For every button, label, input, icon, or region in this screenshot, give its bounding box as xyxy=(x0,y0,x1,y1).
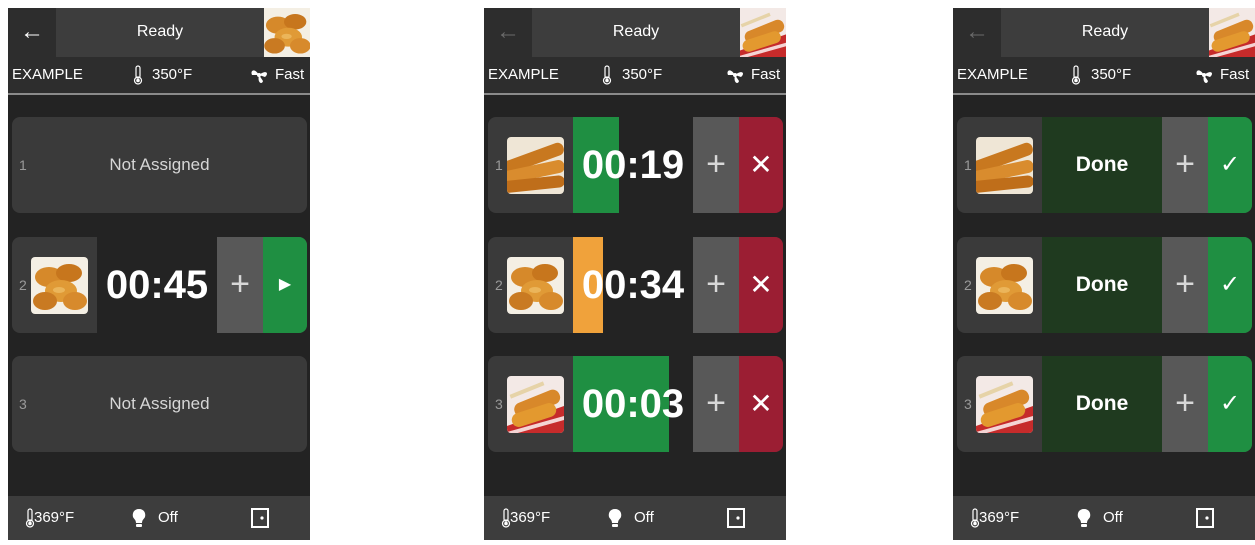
title-bar: Ready xyxy=(1001,8,1209,57)
thermometer-icon xyxy=(133,65,143,85)
close-icon[interactable]: ✕ xyxy=(739,117,783,213)
fan-icon xyxy=(251,70,267,83)
close-icon[interactable]: ✕ xyxy=(739,356,783,452)
add-time-button[interactable]: + xyxy=(693,237,739,333)
header-bar: ← Ready xyxy=(8,8,310,57)
food-thumbnail xyxy=(976,376,1033,433)
add-time-button[interactable]: + xyxy=(693,356,739,452)
slot-3[interactable]: 3 Done + ✓ xyxy=(957,356,1252,452)
countdown-timer: 00:03 xyxy=(581,382,685,426)
slot-done-label: Done xyxy=(1075,273,1129,296)
food-thumbnail xyxy=(507,137,564,194)
add-time-button[interactable]: + xyxy=(1162,237,1208,333)
slot-status-label: Not Assigned xyxy=(109,155,210,174)
status-title: Ready xyxy=(1081,23,1129,40)
door-icon[interactable] xyxy=(727,508,745,528)
set-temperature: 350°F xyxy=(152,66,193,83)
slot-2[interactable]: 2 Done + ✓ xyxy=(957,237,1252,333)
thermometer-icon xyxy=(1071,65,1081,85)
recipe-name: EXAMPLE xyxy=(957,66,1028,83)
light-bulb-icon[interactable] xyxy=(132,509,146,528)
slot-status-label: Not Assigned xyxy=(109,394,210,413)
footer-bar: 369°F Off xyxy=(484,496,786,540)
slot-number: 2 xyxy=(19,277,27,293)
fan-icon xyxy=(1196,70,1212,83)
door-icon[interactable] xyxy=(251,508,269,528)
recipe-info-bar: EXAMPLE 350°F Fast xyxy=(953,57,1255,95)
add-time-button[interactable]: + xyxy=(693,117,739,213)
slot-2[interactable]: 2 00:34 + ✕ xyxy=(488,237,783,333)
status-title: Ready xyxy=(136,23,184,40)
countdown-timer: 00:45 xyxy=(105,263,209,307)
title-bar: Ready xyxy=(532,8,740,57)
food-thumbnail xyxy=(976,137,1033,194)
recipe-thumbnail[interactable] xyxy=(1209,8,1255,57)
header-bar: ← Ready xyxy=(953,8,1255,57)
title-bar: Ready xyxy=(56,8,264,57)
light-bulb-icon[interactable] xyxy=(608,509,622,528)
set-temperature: 350°F xyxy=(1091,66,1132,83)
check-icon[interactable]: ✓ xyxy=(1208,356,1252,452)
cavity-temperature: 369°F xyxy=(510,509,551,526)
add-time-button[interactable]: + xyxy=(1162,356,1208,452)
header-bar: ← Ready xyxy=(484,8,786,57)
slot-done-label: Done xyxy=(1075,153,1129,176)
slot-number: 3 xyxy=(964,396,972,412)
oven-screen-1: ← Ready EXAMPLE 350°F Fast 1 Not Assigne… xyxy=(8,8,310,540)
slot-1[interactable]: 1 Done + ✓ xyxy=(957,117,1252,213)
close-icon[interactable]: ✕ xyxy=(739,237,783,333)
food-thumbnail xyxy=(976,257,1033,314)
play-icon[interactable]: ▶ xyxy=(263,237,307,333)
fan-speed: Fast xyxy=(751,66,781,83)
fan-speed: Fast xyxy=(1220,66,1250,83)
fan-icon xyxy=(727,70,743,83)
slot-number: 1 xyxy=(964,157,972,173)
slot-3[interactable]: 3 Not Assigned xyxy=(12,356,307,452)
recipe-name: EXAMPLE xyxy=(12,66,83,83)
slot-number: 3 xyxy=(495,396,503,412)
cavity-temperature: 369°F xyxy=(34,509,75,526)
slot-1[interactable]: 1 Not Assigned xyxy=(12,117,307,213)
light-status: Off xyxy=(1103,509,1123,526)
slot-number: 2 xyxy=(495,277,503,293)
oven-screen-3: ← Ready EXAMPLE 350°F Fast 1 Done + ✓ 2 … xyxy=(953,8,1255,540)
add-time-button[interactable]: + xyxy=(217,237,263,333)
set-temperature: 350°F xyxy=(622,66,663,83)
slot-number: 2 xyxy=(964,277,972,293)
status-title: Ready xyxy=(612,23,660,40)
arrow-left-icon[interactable]: ← xyxy=(484,8,532,57)
check-icon[interactable]: ✓ xyxy=(1208,237,1252,333)
arrow-left-icon[interactable]: ← xyxy=(8,8,56,57)
add-time-button[interactable]: + xyxy=(1162,117,1208,213)
slot-2[interactable]: 2 00:45 + ▶ xyxy=(12,237,307,333)
light-status: Off xyxy=(158,509,178,526)
thermometer-icon xyxy=(602,65,612,85)
arrow-left-icon[interactable]: ← xyxy=(953,8,1001,57)
slot-3[interactable]: 3 00:03 + ✕ xyxy=(488,356,783,452)
door-icon[interactable] xyxy=(1196,508,1214,528)
light-status: Off xyxy=(634,509,654,526)
cavity-temperature: 369°F xyxy=(979,509,1020,526)
recipe-name: EXAMPLE xyxy=(488,66,559,83)
recipe-thumbnail[interactable] xyxy=(740,8,786,57)
footer-bar: 369°F Off xyxy=(8,496,310,540)
footer-bar: 369°F Off xyxy=(953,496,1255,540)
recipe-thumbnail[interactable] xyxy=(264,8,310,57)
slot-1[interactable]: 1 00:19 + ✕ xyxy=(488,117,783,213)
food-thumbnail xyxy=(31,257,88,314)
countdown-timer: 00:19 xyxy=(581,143,685,187)
slot-number: 1 xyxy=(495,157,503,173)
check-icon[interactable]: ✓ xyxy=(1208,117,1252,213)
light-bulb-icon[interactable] xyxy=(1077,509,1091,528)
countdown-timer: 00:34 xyxy=(581,263,685,307)
fan-speed: Fast xyxy=(275,66,305,83)
food-thumbnail xyxy=(507,257,564,314)
recipe-info-bar: EXAMPLE 350°F Fast xyxy=(484,57,786,95)
recipe-info-bar: EXAMPLE 350°F Fast xyxy=(8,57,310,95)
food-thumbnail xyxy=(507,376,564,433)
slot-done-label: Done xyxy=(1075,392,1129,415)
oven-screen-2: ← Ready EXAMPLE 350°F Fast 1 00:19 + ✕ 2… xyxy=(484,8,786,540)
